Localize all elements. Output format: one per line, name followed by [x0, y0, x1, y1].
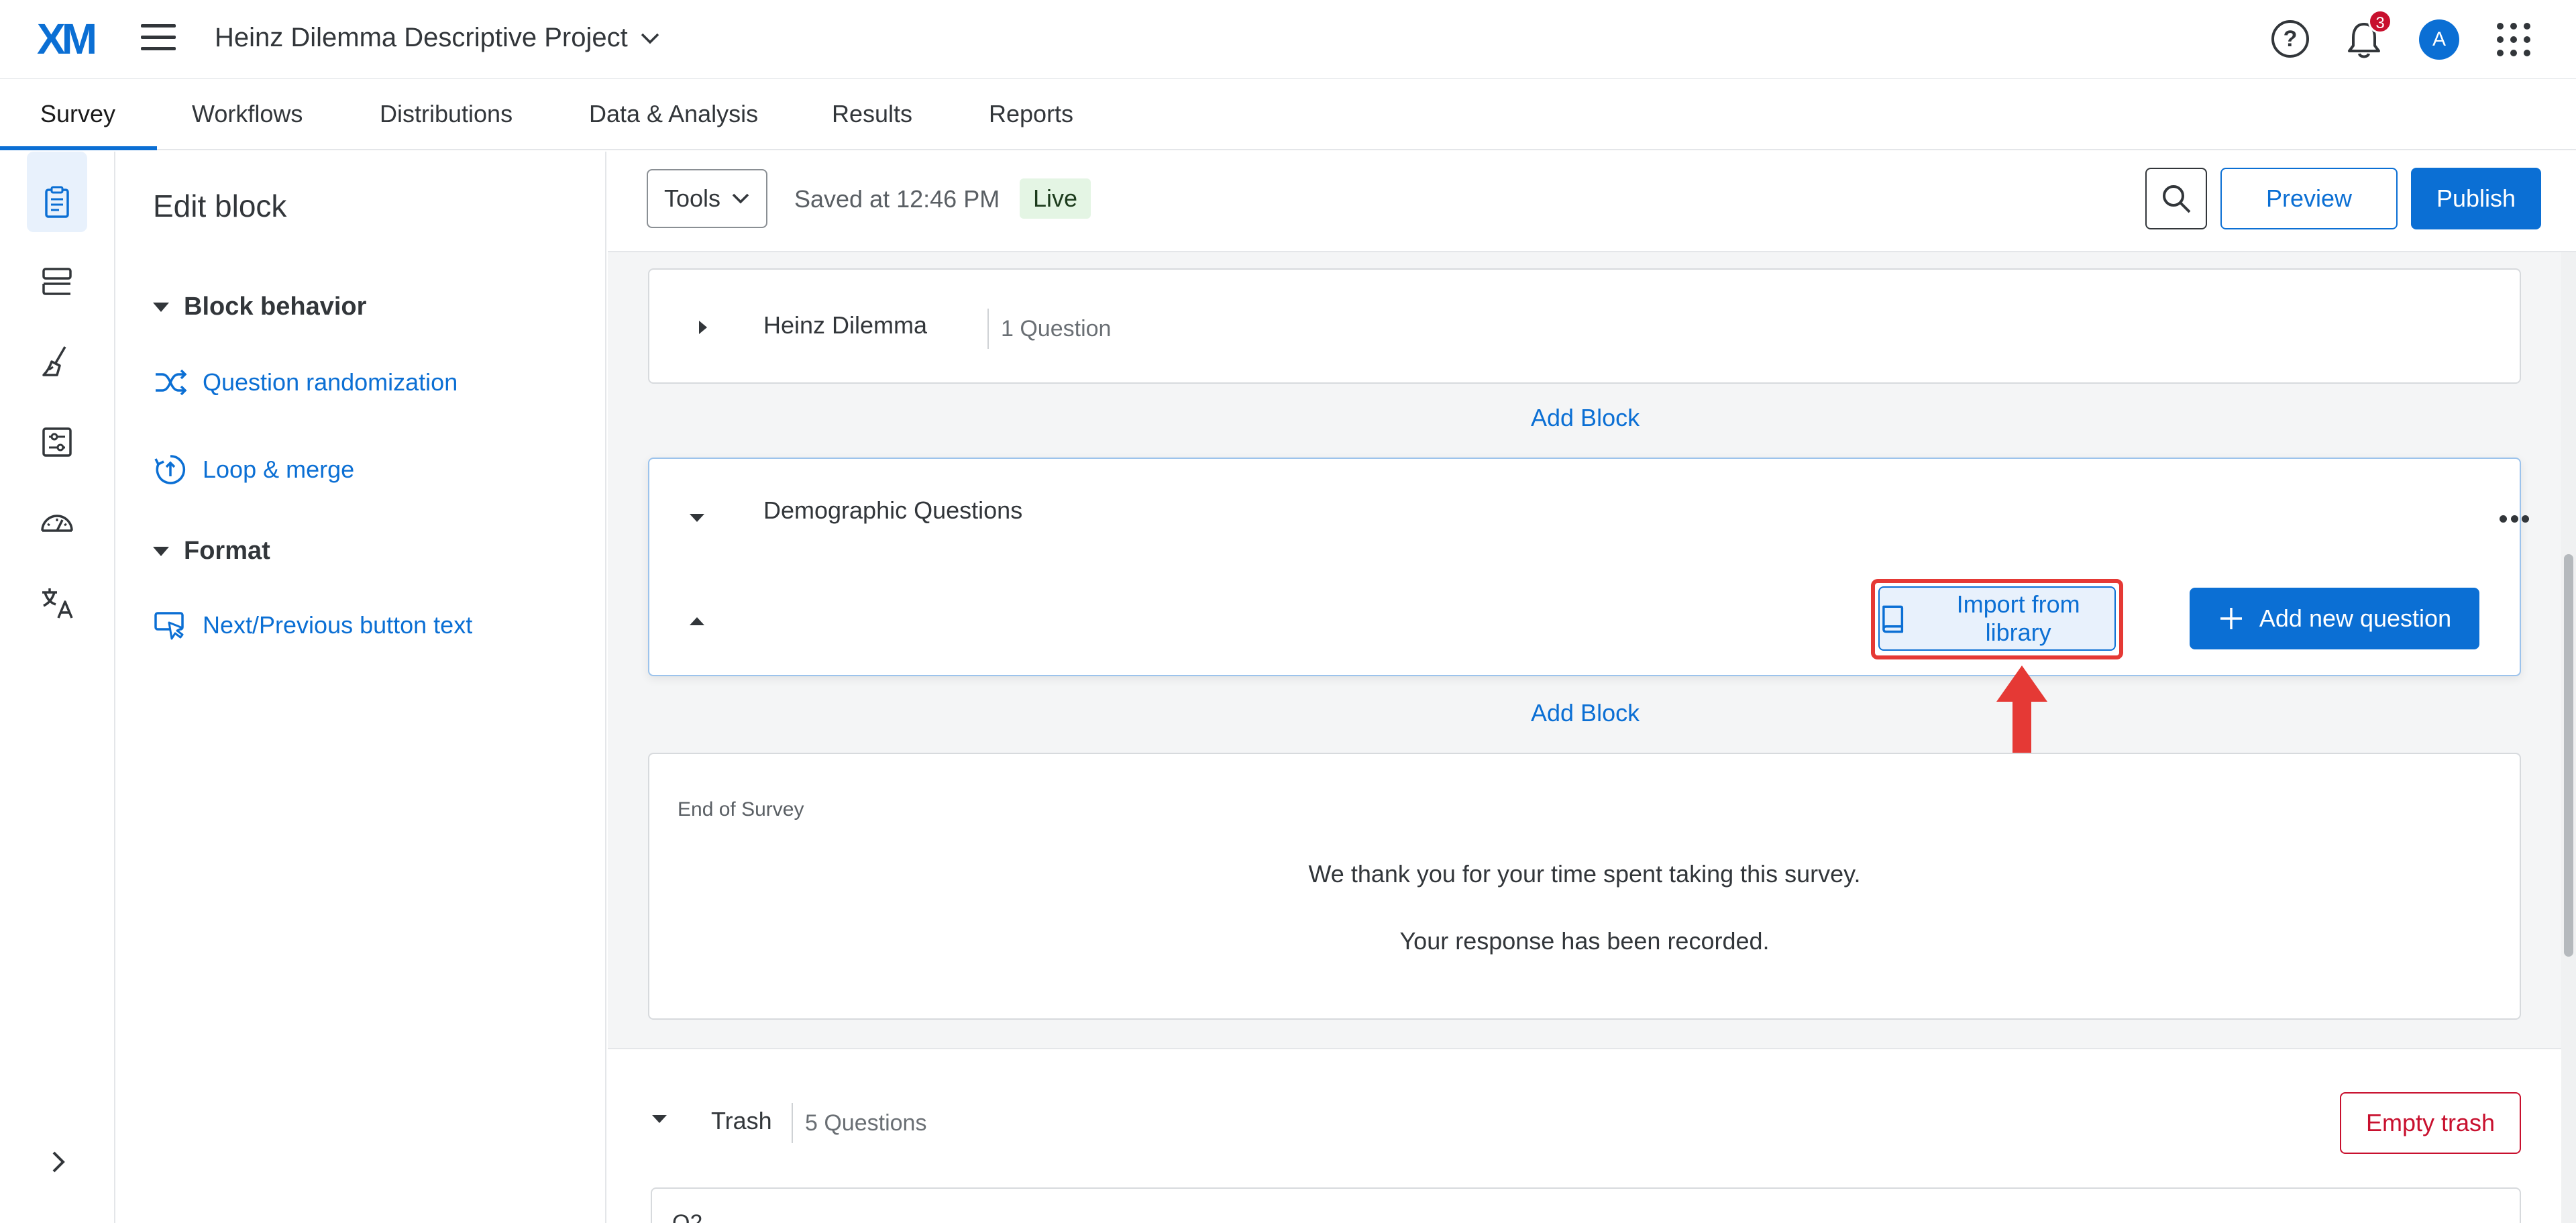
- live-status-badge: Live: [1020, 178, 1091, 219]
- notification-badge: 3: [2368, 9, 2392, 34]
- publish-button[interactable]: Publish: [2411, 168, 2541, 229]
- collapse-section-icon[interactable]: [690, 617, 704, 625]
- rail-survey-checker[interactable]: [27, 492, 87, 553]
- scrollbar-thumb[interactable]: [2564, 554, 2573, 957]
- block-heinz-dilemma: Heinz Dilemma 1 Question: [648, 268, 2521, 384]
- apps-grid-icon[interactable]: [2497, 23, 2530, 56]
- survey-toolbar: Tools Saved at 12:46 PM Live Preview Pub…: [608, 152, 2576, 252]
- format-heading: Format: [184, 537, 270, 565]
- caret-down-icon: [153, 546, 169, 556]
- book-icon: [1882, 605, 1904, 633]
- loop-merge-link[interactable]: Loop & merge: [153, 452, 354, 487]
- rail-survey-options[interactable]: [27, 412, 87, 472]
- more-options-icon[interactable]: [2500, 515, 2529, 523]
- blocks-icon: [42, 268, 72, 295]
- expand-block-icon[interactable]: [699, 321, 707, 334]
- tool-rail: [0, 152, 115, 1223]
- block-name[interactable]: Demographic Questions: [763, 496, 1022, 525]
- survey-options-icon: [42, 427, 72, 457]
- top-bar: XM Heinz Dilemma Descriptive Project ? 3…: [0, 0, 2576, 79]
- format-toggle[interactable]: Format: [153, 537, 270, 566]
- survey-icon: [45, 186, 69, 218]
- end-of-survey-block: End of Survey We thank you for your time…: [648, 753, 2521, 1020]
- tab-workflows[interactable]: Workflows: [192, 79, 303, 149]
- tab-data-analysis[interactable]: Data & Analysis: [589, 79, 758, 149]
- preview-button[interactable]: Preview: [2220, 168, 2398, 229]
- chevron-down-icon: [641, 33, 659, 44]
- caret-down-icon: [153, 302, 169, 312]
- vertical-scrollbar[interactable]: [2561, 252, 2576, 1223]
- plus-icon: [2220, 608, 2242, 629]
- question-randomization-label: Question randomization: [203, 368, 458, 396]
- add-block-link[interactable]: Add Block: [1531, 404, 1640, 432]
- main-nav: Survey Workflows Distributions Data & An…: [0, 79, 2576, 150]
- survey-canvas: Tools Saved at 12:46 PM Live Preview Pub…: [608, 152, 2576, 1223]
- look-and-feel-icon: [42, 346, 66, 376]
- end-of-survey-message-2: Your response has been recorded.: [1399, 927, 1770, 955]
- chevron-down-icon: [732, 193, 749, 204]
- trash-question-count: 5 Questions: [792, 1103, 926, 1143]
- tools-button[interactable]: Tools: [647, 169, 767, 228]
- next-previous-text-link[interactable]: Next/Previous button text: [153, 608, 472, 643]
- edit-block-panel: Edit block Block behavior Question rando…: [115, 152, 606, 1223]
- project-title: Heinz Dilemma Descriptive Project: [215, 23, 628, 52]
- import-from-library-label: Import from library: [1956, 590, 2080, 646]
- tab-results[interactable]: Results: [832, 79, 912, 149]
- end-of-survey-message-1: We thank you for your time spent taking …: [1308, 860, 1861, 888]
- tab-survey[interactable]: Survey: [0, 79, 158, 150]
- loop-icon: [154, 455, 186, 484]
- survey-checker-icon: [41, 515, 73, 532]
- rail-translate[interactable]: [27, 573, 87, 633]
- question-randomization-link[interactable]: Question randomization: [153, 365, 458, 400]
- tools-label: Tools: [663, 184, 721, 212]
- tab-reports[interactable]: Reports: [989, 79, 1073, 149]
- svg-text:XM: XM: [37, 16, 95, 60]
- avatar[interactable]: A: [2419, 19, 2459, 60]
- rail-blocks[interactable]: [27, 251, 87, 311]
- rail-look-and-feel[interactable]: [27, 331, 87, 392]
- block-name[interactable]: Heinz Dilemma: [763, 311, 927, 339]
- save-status: Saved at 12:46 PM: [794, 185, 1000, 213]
- trash-block: Trash 5 Questions Empty trash Q2: [608, 1048, 2561, 1223]
- add-block-link[interactable]: Add Block: [1531, 699, 1640, 727]
- search-button[interactable]: [2145, 168, 2207, 229]
- block-behavior-heading: Block behavior: [184, 293, 367, 321]
- trash-question-row[interactable]: Q2: [651, 1187, 2521, 1223]
- import-from-library-button[interactable]: Import from library: [1878, 586, 2116, 651]
- loop-merge-label: Loop & merge: [203, 456, 355, 483]
- translate-icon: [42, 588, 73, 619]
- collapse-block-icon[interactable]: [690, 514, 704, 522]
- block-question-count: 1 Question: [987, 309, 1111, 349]
- cursor-button-icon: [154, 612, 184, 640]
- menu-icon[interactable]: [141, 24, 176, 54]
- project-selector[interactable]: Heinz Dilemma Descriptive Project: [215, 23, 660, 53]
- question-number: Q2: [672, 1210, 703, 1223]
- end-of-survey-label: End of Survey: [678, 798, 804, 820]
- collapse-trash-icon[interactable]: [652, 1115, 667, 1123]
- add-new-question-button[interactable]: Add new question: [2190, 588, 2479, 649]
- block-behavior-toggle[interactable]: Block behavior: [153, 293, 366, 321]
- help-icon[interactable]: ?: [2271, 20, 2309, 58]
- add-new-question-label: Add new question: [2259, 604, 2452, 632]
- search-icon: [2163, 185, 2191, 213]
- next-previous-text-label: Next/Previous button text: [203, 611, 473, 639]
- rail-survey[interactable]: [27, 172, 87, 232]
- shuffle-icon: [156, 369, 187, 396]
- expand-rail-icon[interactable]: [47, 1149, 70, 1175]
- empty-trash-button[interactable]: Empty trash: [2340, 1092, 2521, 1154]
- panel-title: Edit block: [153, 189, 287, 223]
- tab-distributions[interactable]: Distributions: [380, 79, 513, 149]
- xm-logo[interactable]: XM: [37, 16, 103, 60]
- trash-label[interactable]: Trash: [711, 1107, 772, 1135]
